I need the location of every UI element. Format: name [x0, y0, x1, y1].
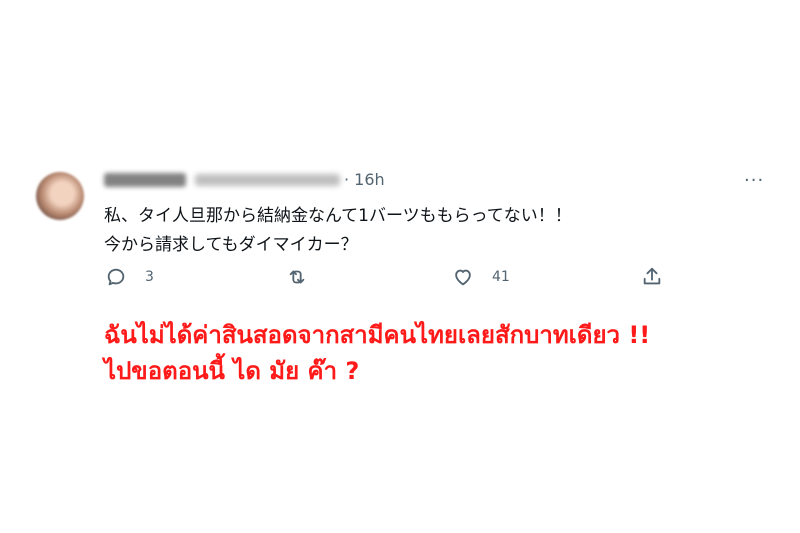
like-button[interactable]: 41: [452, 266, 510, 288]
retweet-button[interactable]: [286, 266, 308, 288]
share-button[interactable]: [641, 266, 663, 288]
timestamp[interactable]: · 16h: [344, 170, 385, 189]
reply-button[interactable]: 3: [105, 266, 154, 288]
share-icon: [643, 267, 661, 285]
overlay-caption-line-1: ฉันไม่ได้ค่าสินสอดจากสามีคนไทยเลยสักบาทเ…: [104, 321, 651, 349]
like-count: 41: [492, 269, 510, 285]
overlay-caption-line-2: ไปขอตอนนี้ ได มัย ค๊า ?: [104, 357, 360, 385]
more-icon[interactable]: ···: [744, 170, 764, 191]
timestamp-value: 16h: [354, 170, 385, 189]
username-blurred: [195, 174, 340, 186]
like-icon: [455, 269, 471, 286]
retweet-icon: [289, 270, 305, 284]
display-name-blurred[interactable]: [104, 173, 186, 187]
reply-count: 3: [145, 269, 154, 285]
tweet: · 16h ··· 私、タイ人旦那から結納金なんて1バーツももらってない！！ 今…: [0, 0, 800, 533]
tweet-text-line-1: 私、タイ人旦那から結納金なんて1バーツももらってない！！: [104, 206, 572, 226]
tweet-text-line-2: 今から請求してもダイマイカー？: [104, 235, 358, 255]
avatar[interactable]: [36, 172, 84, 220]
reply-icon: [107, 268, 125, 286]
